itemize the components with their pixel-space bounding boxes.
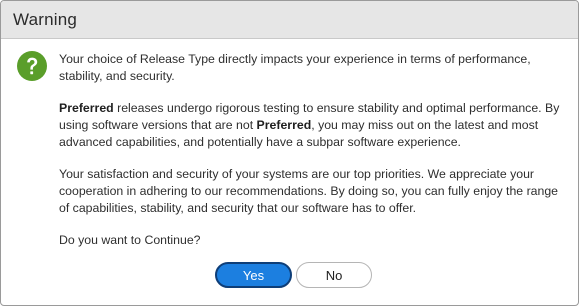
- continue-question: Do you want to Continue?: [59, 233, 201, 247]
- priorities-text: Your satisfaction and security of your s…: [59, 167, 559, 215]
- no-button[interactable]: No: [296, 262, 372, 288]
- dialog-content: Your choice of Release Type directly imp…: [1, 39, 578, 249]
- preferred-bold-2: Preferred: [256, 118, 312, 132]
- release-type-intro-text: Your choice of Release Type directly imp…: [59, 52, 531, 83]
- preferred-bold-1: Preferred: [59, 101, 114, 115]
- dialog-titlebar[interactable]: Warning: [1, 1, 578, 39]
- preferred-release-text: Preferred releases undergo rigorous test…: [59, 100, 562, 151]
- warning-dialog: Warning Your choice of Release Type dire…: [0, 0, 579, 306]
- yes-button[interactable]: Yes: [215, 262, 292, 288]
- dialog-button-row: Yes No: [1, 262, 578, 290]
- question-mark-icon: [17, 51, 47, 81]
- dialog-title: Warning: [13, 9, 78, 29]
